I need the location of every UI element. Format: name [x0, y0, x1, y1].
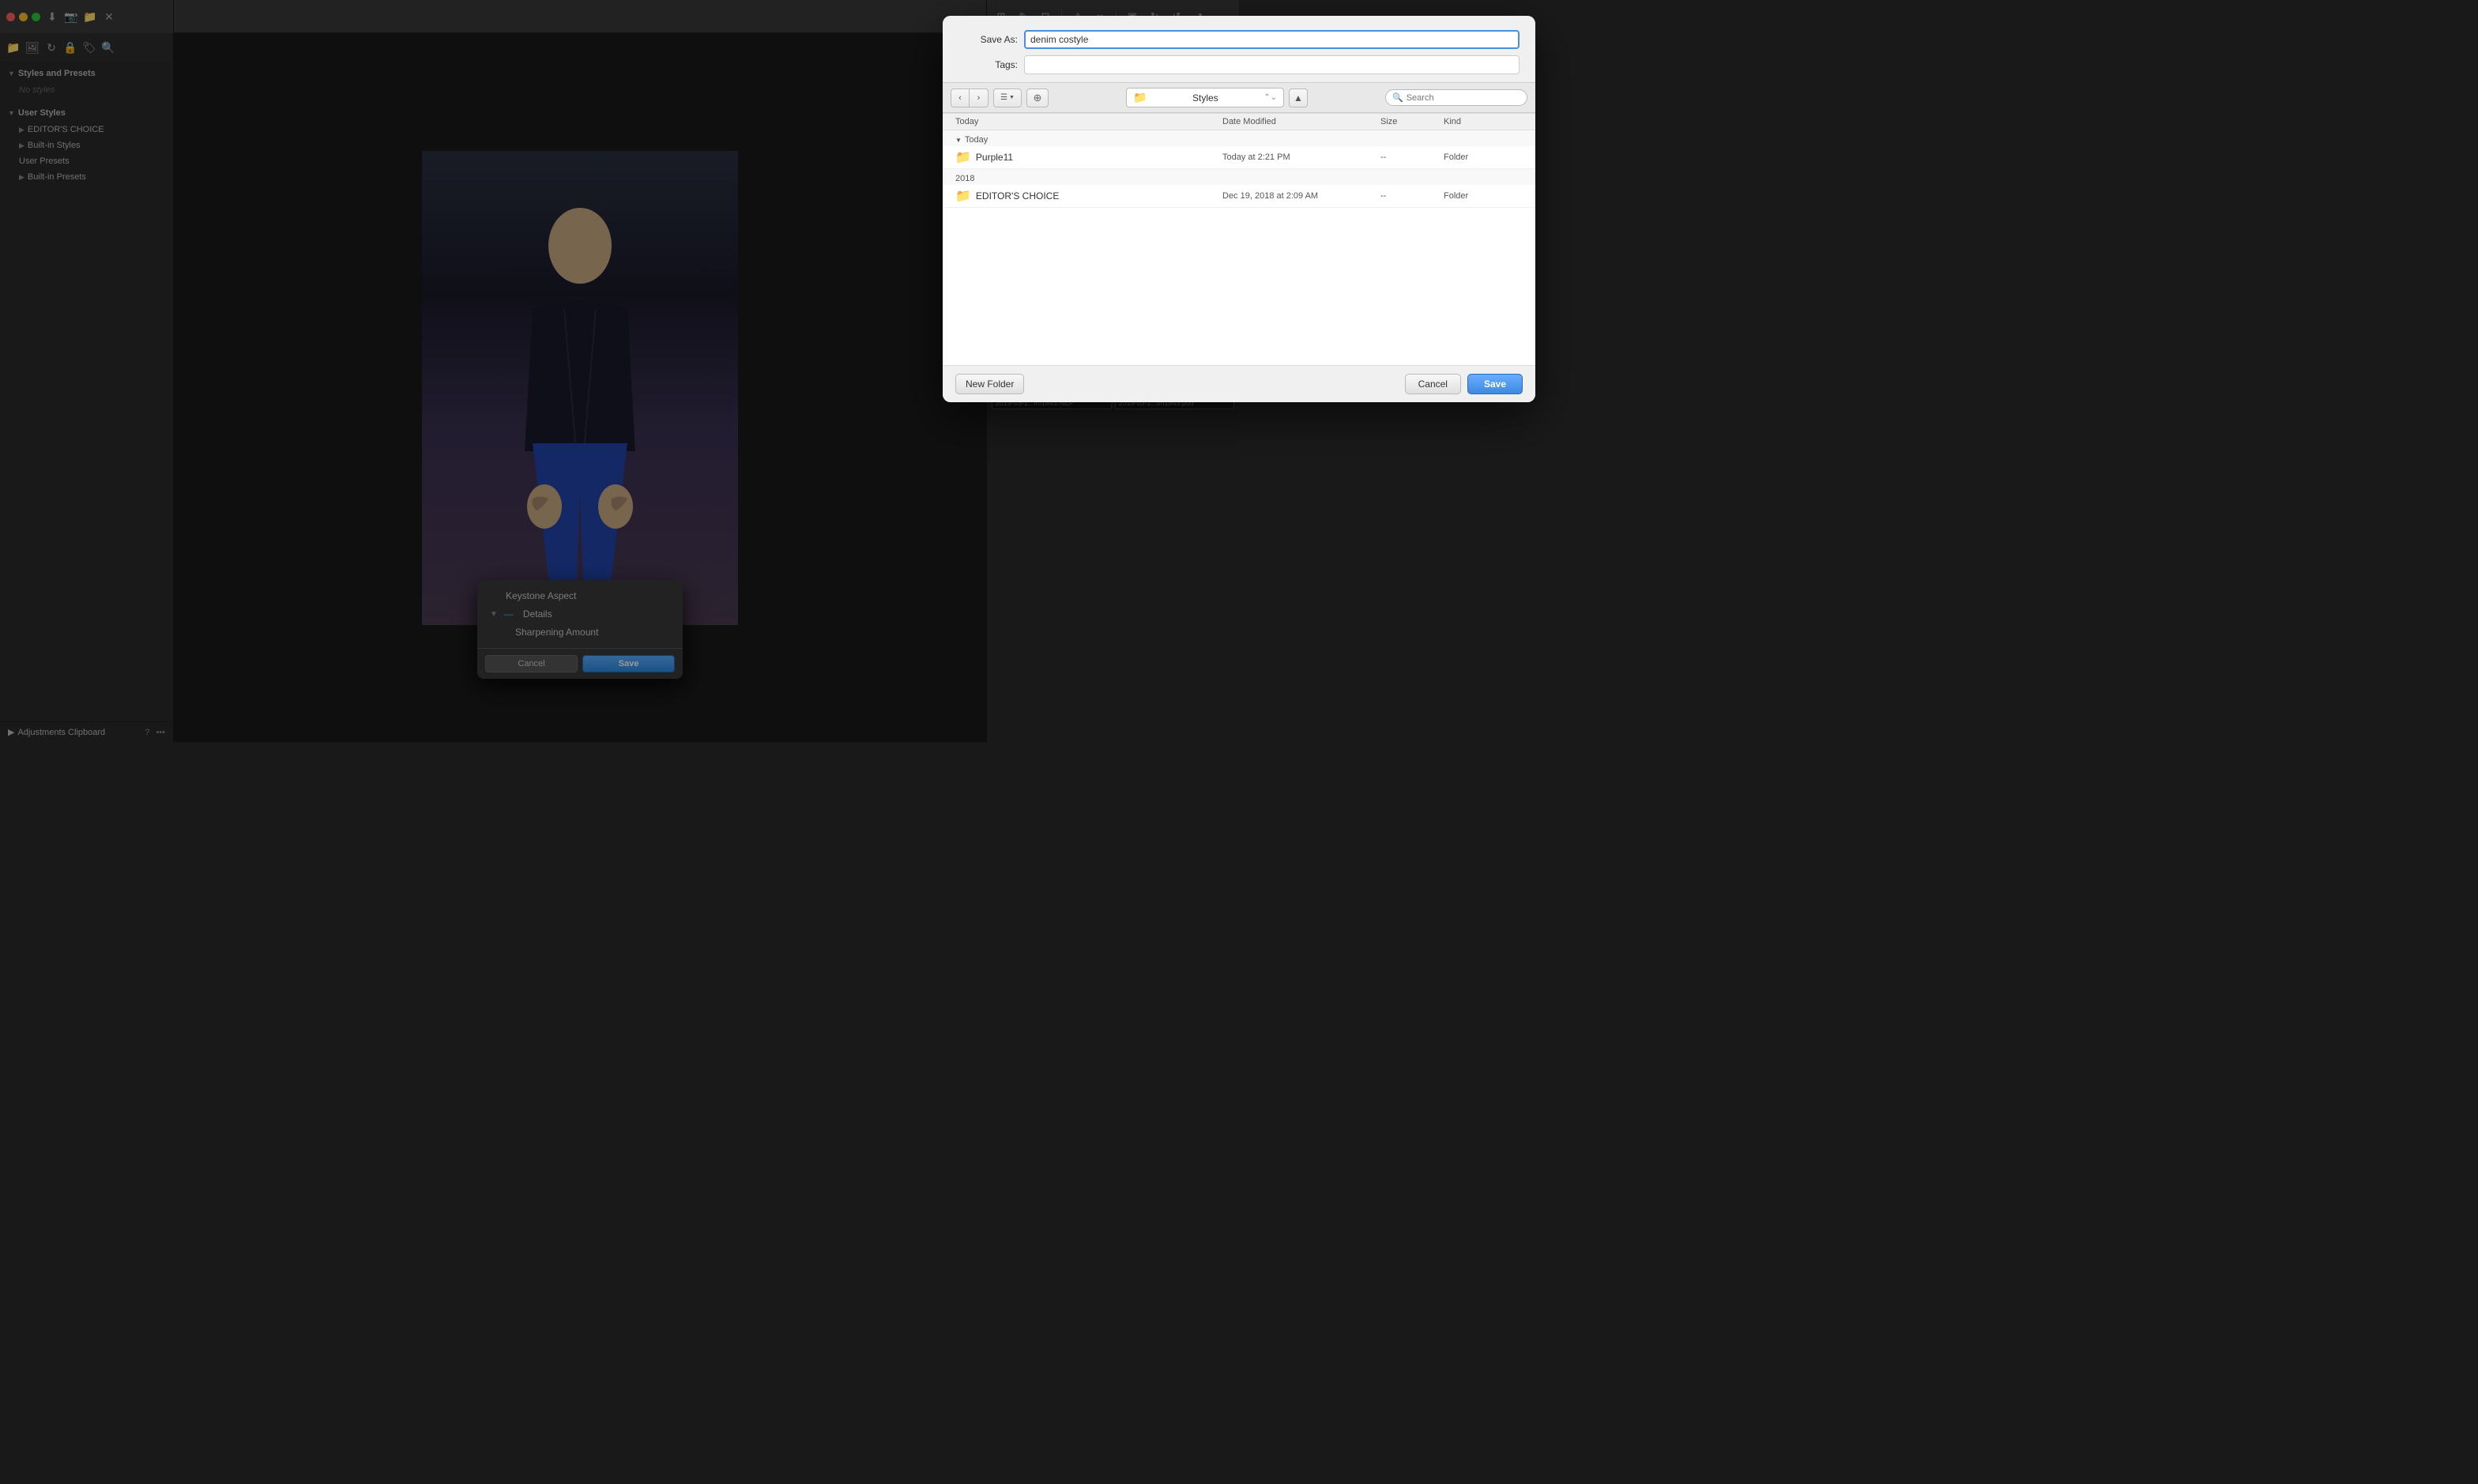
dialog-footer: New Folder Cancel Save: [943, 366, 1535, 402]
2018-section-label: 2018: [955, 174, 974, 183]
app-window: ⬇ 📷 📁 ✕ 📁 🖼 ↻ 🔒 🏷 🔍 ▼ Styles and Presets…: [0, 0, 1239, 742]
location-folder-icon: 📁: [1133, 91, 1147, 104]
save-dialog-header: Save As: Tags:: [943, 16, 1535, 82]
empty-file-area: [943, 208, 1535, 366]
file-row-editors-choice[interactable]: 📁 EDITOR'S CHOICE Dec 19, 2018 at 2:09 A…: [943, 185, 1535, 208]
file-list-header: Today Date Modified Size Kind: [943, 114, 1535, 130]
dialog-search-input[interactable]: [1407, 93, 1520, 103]
save-as-label: Save As:: [958, 34, 1018, 45]
tags-label: Tags:: [958, 59, 1018, 70]
folder-icon-editors: 📁: [955, 188, 971, 204]
dialog-nav: ‹ › ☰▼ ⊕ 📁 Styles ⌃⌄ ▲ 🔍: [943, 82, 1535, 113]
file-name-editors-choice: 📁 EDITOR'S CHOICE: [955, 188, 1222, 204]
col-date-modified[interactable]: Date Modified: [1222, 117, 1380, 126]
purple11-date: Today at 2:21 PM: [1222, 153, 1380, 162]
save-dialog: Save As: Tags: ‹ › ☰▼ ⊕: [943, 16, 1535, 402]
today-section-arrow-icon: ▼: [955, 137, 962, 144]
back-button[interactable]: ‹: [951, 89, 970, 107]
location-label: Styles: [1192, 92, 1218, 104]
dialog-action-buttons: Cancel Save: [1405, 374, 1523, 394]
col-today[interactable]: Today: [955, 117, 1222, 126]
dialog-file-list: Today Date Modified Size Kind ▼ Today 📁 …: [943, 113, 1535, 366]
section-2018: 2018: [943, 169, 1535, 185]
today-section-label: Today: [965, 135, 988, 145]
tags-row: Tags:: [958, 55, 1520, 74]
cancel-button[interactable]: Cancel: [1405, 374, 1461, 394]
location-dropdown[interactable]: 📁 Styles ⌃⌄: [1126, 88, 1284, 107]
section-today: ▼ Today: [943, 130, 1535, 146]
forward-button[interactable]: ›: [970, 89, 989, 107]
col-kind[interactable]: Kind: [1444, 117, 1523, 126]
save-as-input[interactable]: [1024, 30, 1520, 49]
editors-choice-file-label: EDITOR'S CHOICE: [976, 190, 1059, 202]
file-row-purple11[interactable]: 📁 Purple11 Today at 2:21 PM -- Folder: [943, 146, 1535, 169]
col-size[interactable]: Size: [1380, 117, 1444, 126]
purple11-kind: Folder: [1444, 153, 1523, 162]
new-folder-button[interactable]: New Folder: [955, 374, 1024, 394]
new-folder-nav-button[interactable]: ⊕: [1026, 89, 1049, 107]
purple11-size: --: [1380, 153, 1444, 162]
file-name-purple11: 📁 Purple11: [955, 149, 1222, 165]
save-as-row: Save As:: [958, 30, 1520, 49]
purple11-label: Purple11: [976, 152, 1013, 163]
tags-input[interactable]: [1024, 55, 1520, 74]
dialog-search-box: 🔍: [1385, 89, 1527, 106]
dialog-search-icon: 🔍: [1392, 92, 1403, 103]
folder-icon-purple11: 📁: [955, 149, 971, 165]
editors-choice-size: --: [1380, 191, 1444, 201]
list-view-button[interactable]: ☰▼: [993, 89, 1022, 107]
dropdown-chevron-icon: ⌃⌄: [1263, 93, 1277, 102]
path-selector: 📁 Styles ⌃⌄ ▲: [1053, 88, 1380, 107]
path-expand-button[interactable]: ▲: [1289, 89, 1308, 107]
dialog-overlay: Save As: Tags: ‹ › ☰▼ ⊕: [0, 0, 2478, 1484]
editors-choice-kind: Folder: [1444, 191, 1523, 201]
editors-choice-date: Dec 19, 2018 at 2:09 AM: [1222, 191, 1380, 201]
save-button[interactable]: Save: [1467, 374, 1523, 394]
nav-back-forward-group: ‹ ›: [951, 89, 989, 107]
